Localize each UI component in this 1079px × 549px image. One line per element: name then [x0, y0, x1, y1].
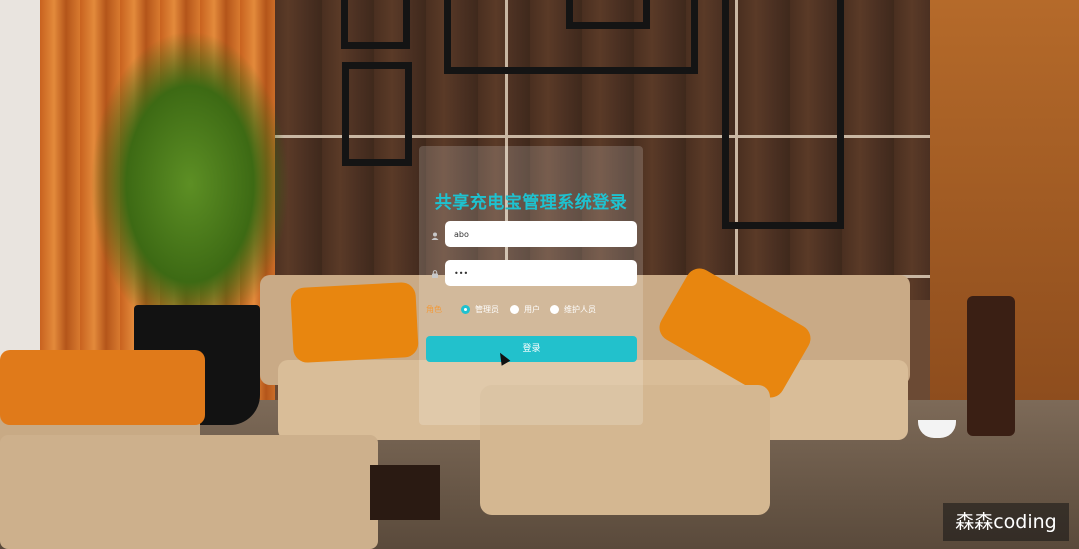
- background-wall-left: [0, 0, 40, 360]
- vase: [967, 296, 1015, 436]
- role-radio-user[interactable]: [510, 305, 519, 314]
- coffee-table: [370, 465, 440, 520]
- ottoman: [0, 435, 378, 549]
- username-input[interactable]: [445, 221, 637, 247]
- wall-frame: [342, 62, 412, 166]
- login-panel: 共享充电宝管理系统登录 角色 管理员 用户 维护人员 登录: [419, 146, 643, 425]
- user-icon: [431, 232, 439, 240]
- watermark: 森森coding: [943, 503, 1069, 541]
- role-label-maintainer[interactable]: 维护人员: [564, 304, 596, 315]
- plant-leaves: [90, 30, 290, 310]
- lock-icon: [431, 270, 439, 278]
- role-radio-maintainer[interactable]: [550, 305, 559, 314]
- orange-pillow: [290, 281, 419, 364]
- login-button[interactable]: 登录: [426, 336, 637, 362]
- password-input[interactable]: [445, 260, 637, 286]
- wall-frame: [341, 0, 410, 49]
- role-label-admin[interactable]: 管理员: [475, 304, 499, 315]
- role-radio-admin[interactable]: [461, 305, 470, 314]
- wall-frame: [566, 0, 650, 29]
- orange-throw: [0, 350, 205, 425]
- wall-frame: [722, 0, 844, 229]
- role-label: 角色: [426, 305, 442, 314]
- role-label-user[interactable]: 用户: [524, 304, 540, 315]
- login-title: 共享充电宝管理系统登录: [434, 193, 628, 213]
